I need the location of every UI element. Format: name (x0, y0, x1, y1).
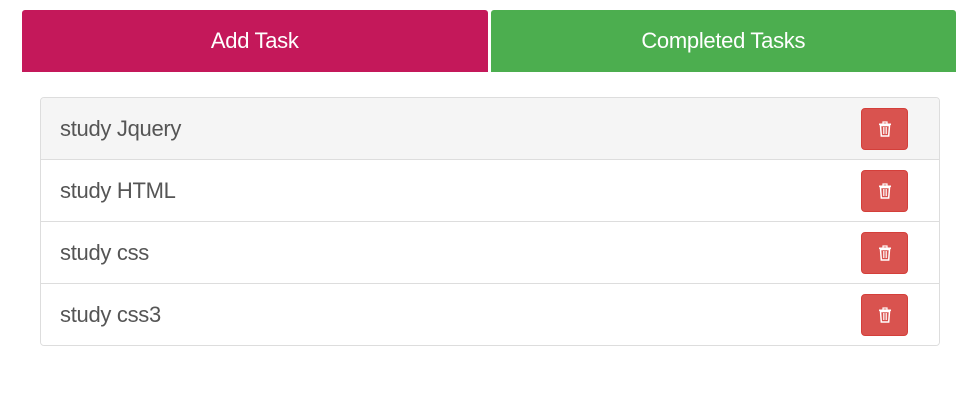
delete-task-button[interactable] (861, 231, 908, 274)
delete-task-button[interactable] (861, 107, 908, 150)
trash-icon (878, 182, 891, 199)
trash-icon (878, 244, 891, 261)
delete-task-button[interactable] (861, 293, 908, 336)
task-list: study Jquery study HTML study css study … (40, 97, 940, 346)
trash-icon (878, 306, 891, 323)
trash-icon (878, 120, 891, 137)
task-item[interactable]: study HTML (41, 160, 939, 222)
task-item[interactable]: study css (41, 222, 939, 284)
delete-task-button[interactable] (861, 169, 908, 212)
task-item[interactable]: study css3 (41, 284, 939, 345)
completed-tasks-tab[interactable]: Completed Tasks (490, 10, 956, 72)
task-label: study css3 (60, 301, 161, 327)
task-tabs: Add Task Completed Tasks (22, 10, 956, 72)
task-label: study Jquery (60, 115, 182, 141)
task-label: study css (60, 239, 149, 265)
task-label: study HTML (60, 177, 176, 203)
task-item[interactable]: study Jquery (41, 98, 939, 160)
add-task-tab[interactable]: Add Task (22, 10, 488, 72)
